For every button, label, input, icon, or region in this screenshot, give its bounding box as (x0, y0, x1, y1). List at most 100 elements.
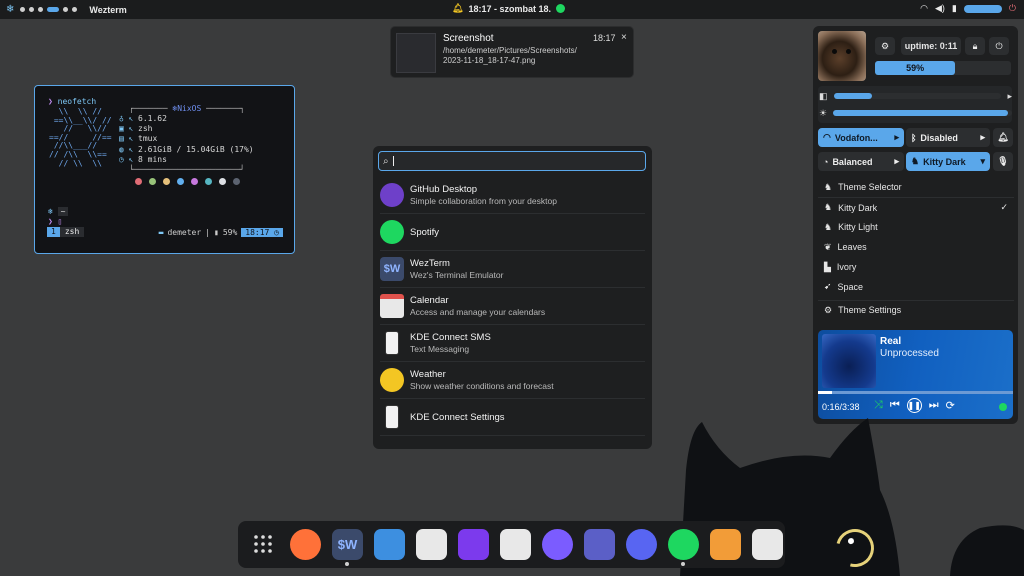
chevron-right-icon[interactable]: ▸ (894, 132, 899, 143)
close-icon[interactable]: × (621, 32, 627, 43)
chevron-right-icon[interactable]: ▸ (1007, 91, 1012, 102)
launcher-result[interactable]: Calendar Access and manage your calendars (380, 288, 645, 325)
wezterm-icon[interactable]: $W (332, 529, 363, 566)
top-bar: ❄ Wezterm 🔔︎ 18:17 - szombat 18. ◠ ◀) ▮ … (0, 0, 1024, 19)
wifi-icon[interactable]: ◠ (920, 3, 928, 14)
power-profile-label: Balanced (832, 156, 873, 167)
palette-swatch (177, 178, 184, 185)
paint-icon[interactable] (710, 529, 741, 560)
theme-item-space[interactable]: ➹ Space (818, 277, 1014, 297)
theme-item-ivory[interactable]: ▙ Ivory (818, 257, 1014, 277)
cat-icon: ♞ (824, 181, 833, 192)
volume-slider[interactable]: ◧ ▸ (819, 89, 1012, 103)
workspace-active[interactable] (47, 7, 60, 12)
files-icon[interactable] (374, 529, 405, 560)
workspace-dot[interactable] (29, 7, 35, 12)
tmux-tab-name[interactable]: zsh (59, 227, 85, 237)
clock-area[interactable]: 🔔︎ 18:17 - szombat 18. (452, 3, 565, 14)
palette-swatch (191, 178, 198, 185)
chevron-right-icon[interactable]: ▸ (894, 156, 899, 167)
theme-item-leaves[interactable]: ❦ Leaves (818, 237, 1014, 257)
palette-swatch (205, 178, 212, 185)
notifications-button[interactable]: 🔔︎ (993, 128, 1013, 147)
messenger-icon[interactable] (542, 529, 573, 560)
launcher-result[interactable]: KDE Connect SMS Text Messaging (380, 325, 645, 362)
nix-icon[interactable]: ❄ (6, 4, 14, 15)
settings-button[interactable]: ⚙ (875, 37, 895, 55)
avatar[interactable] (818, 31, 866, 81)
brightness-slider[interactable]: ☀ (819, 106, 1012, 120)
theme-item-kitty-light[interactable]: ♞ Kitty Light (818, 218, 1014, 238)
notification-path-line1: /home/demeter/Pictures/Screenshots/ (443, 46, 577, 55)
battery-icon[interactable]: ▮ (952, 3, 957, 14)
spotify-icon[interactable] (555, 4, 565, 13)
microphone-button[interactable]: 🎙︎ (993, 152, 1013, 171)
chevron-down-icon[interactable]: ▾ (980, 156, 985, 167)
power-icon: ⏻ (995, 40, 1003, 51)
theme-settings-item[interactable]: ⚙ Theme Settings (818, 299, 1014, 320)
obsidian-icon[interactable] (458, 529, 489, 560)
firefox-icon[interactable] (290, 529, 321, 560)
cwd-value: ~ (57, 207, 69, 216)
spotify-icon[interactable] (668, 529, 699, 566)
terminal-command-line: ❯ neofetch (48, 97, 96, 106)
workspace-indicator[interactable] (20, 7, 78, 12)
result-description: Text Messaging (410, 344, 470, 354)
power-profile-toggle[interactable]: ◔ Balanced ▸ (818, 152, 904, 171)
launcher-search-field[interactable]: ⌕ (378, 151, 646, 171)
launcher-result[interactable]: Weather Show weather conditions and forec… (380, 362, 645, 399)
workspace-dot[interactable] (20, 7, 26, 12)
tmux-tab-number[interactable]: 1 (47, 227, 60, 237)
result-name: WezTerm (410, 258, 450, 269)
launcher-result[interactable]: Spotify (380, 214, 645, 251)
neofetch-info: ♁ ↖ 6.1.62 ▣ ↖ zsh ▤ ↖ tmux ◍ ↖ 2.61GiB / 15… (119, 114, 254, 165)
bell-icon[interactable]: 🔔︎ (452, 3, 463, 14)
prompt-symbol-2: ❯ (48, 217, 53, 226)
workspace-dot[interactable] (63, 7, 69, 12)
workspace-dot[interactable] (38, 7, 44, 12)
kernel-value: 6.1.62 (138, 114, 167, 123)
tmux-battery: 59% (222, 227, 238, 237)
store-icon[interactable] (752, 529, 783, 560)
neofetch-footer: └──────────────────────┘ (129, 165, 245, 174)
theme-item-kitty-dark[interactable]: ♞ Kitty Dark ✓ (818, 198, 1014, 218)
battery-bar[interactable] (963, 4, 1002, 13)
discord-icon[interactable] (626, 529, 657, 560)
launcher-result[interactable]: KDE Connect Settings (380, 399, 645, 436)
palette-swatch (163, 178, 170, 185)
dock: $W (238, 521, 785, 568)
terminal-prompt[interactable]: ❯ ▯ (48, 217, 62, 226)
power-icon[interactable]: ⏻ (1009, 3, 1016, 14)
tmux-user: demeter (167, 227, 202, 237)
screenshot-thumbnail[interactable] (396, 33, 436, 73)
spotify-icon (380, 220, 404, 244)
notification-path-line2: 2023-11-18_18-17-47.png (443, 56, 536, 65)
screenshot-notification[interactable]: Screenshot /home/demeter/Pictures/Screen… (390, 26, 634, 78)
chevron-right-icon[interactable]: ▸ (980, 132, 985, 143)
cat-icon: ♞ (824, 221, 833, 232)
theme-item-label: Ivory (836, 262, 857, 273)
clock-label[interactable]: 18:17 - szombat 18. (468, 4, 551, 14)
album-cover[interactable] (822, 334, 876, 388)
lock-button[interactable]: 🔒︎ (965, 37, 985, 55)
system-tray[interactable]: ◠ ◀) ▮ ⏻ (920, 3, 1016, 14)
app-launcher[interactable]: ⌕ GitHub Desktop Simple collaboration fro… (373, 146, 652, 449)
app-grid-icon[interactable] (248, 529, 279, 560)
downloader-icon[interactable] (500, 529, 531, 560)
track-progress[interactable] (818, 391, 1013, 394)
power-button[interactable]: ⏻ (989, 37, 1009, 55)
theme-settings-label: Theme Settings (838, 305, 902, 316)
theme-toggle[interactable]: ♞ Kitty Dark ▾ (906, 152, 990, 171)
bluetooth-off-icon: ᛒ (911, 132, 917, 143)
wifi-toggle[interactable]: ◠ Vodafon... ▸ (818, 128, 904, 147)
result-name: KDE Connect Settings (410, 411, 505, 423)
workspace-dot[interactable] (72, 7, 78, 12)
launcher-result[interactable]: $W WezTerm Wez's Terminal Emulator (380, 251, 645, 288)
calendar-icon[interactable] (416, 529, 447, 560)
bluetooth-toggle[interactable]: ᛒ Disabled ▸ (906, 128, 990, 147)
teams-icon[interactable] (584, 529, 615, 560)
launcher-result[interactable]: GitHub Desktop Simple collaboration from … (380, 177, 645, 214)
terminal-window[interactable]: ❯ neofetch \\ \\ // ==\\__\\/ // // \\//… (34, 85, 295, 254)
volume-icon[interactable]: ◀) (935, 3, 945, 14)
prompt-symbol: ❯ (48, 97, 53, 106)
